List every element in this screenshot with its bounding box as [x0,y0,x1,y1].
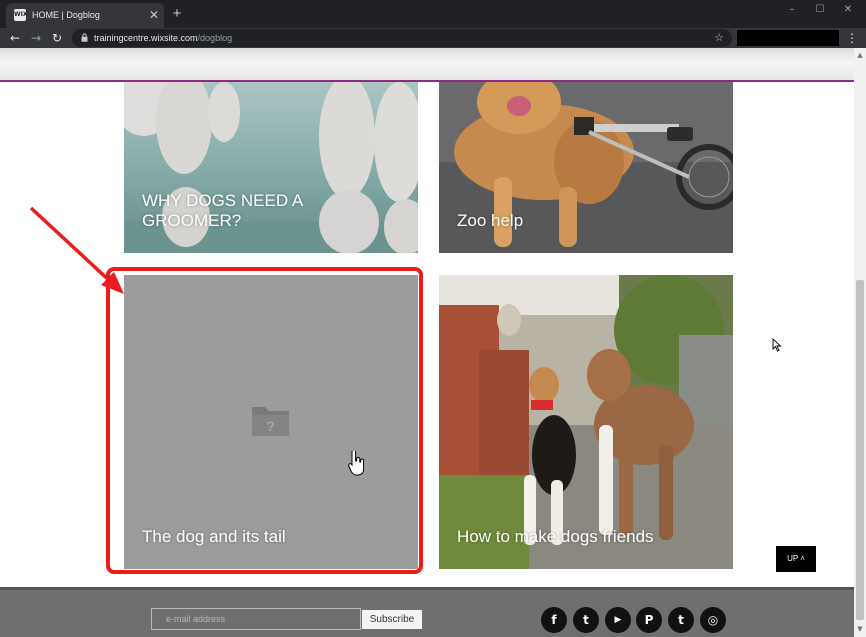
up-label: UP [787,554,799,563]
site-footer: Subscribe f t ▶ P t ◎ [0,587,854,637]
facebook-icon[interactable]: f [541,607,567,633]
hand-cursor-icon [348,451,365,476]
pinterest-icon[interactable]: P [636,607,662,633]
youtube-icon[interactable]: ▶ [605,607,631,633]
subscribe-button[interactable]: Subscribe [362,610,422,629]
browser-window: WIX HOME | Dogblog ✕ + – ☐ ✕ ← → ↻ train… [0,0,866,637]
page-scrollbar[interactable]: ▲ ▼ [854,48,866,637]
scroll-up-button[interactable]: UP ˄ [776,546,816,572]
scroll-thumb[interactable] [856,280,864,620]
arrow-cursor-icon [772,338,782,352]
scroll-up-arrow-icon[interactable]: ▲ [856,51,864,59]
twitter-icon[interactable]: t [573,607,599,633]
scroll-down-arrow-icon[interactable]: ▼ [856,625,864,633]
instagram-icon[interactable]: ◎ [700,607,726,633]
chevron-up-icon: ˄ [800,554,805,563]
highlight-box [106,267,423,574]
tumblr-icon[interactable]: t [668,607,694,633]
email-field[interactable] [151,608,361,630]
